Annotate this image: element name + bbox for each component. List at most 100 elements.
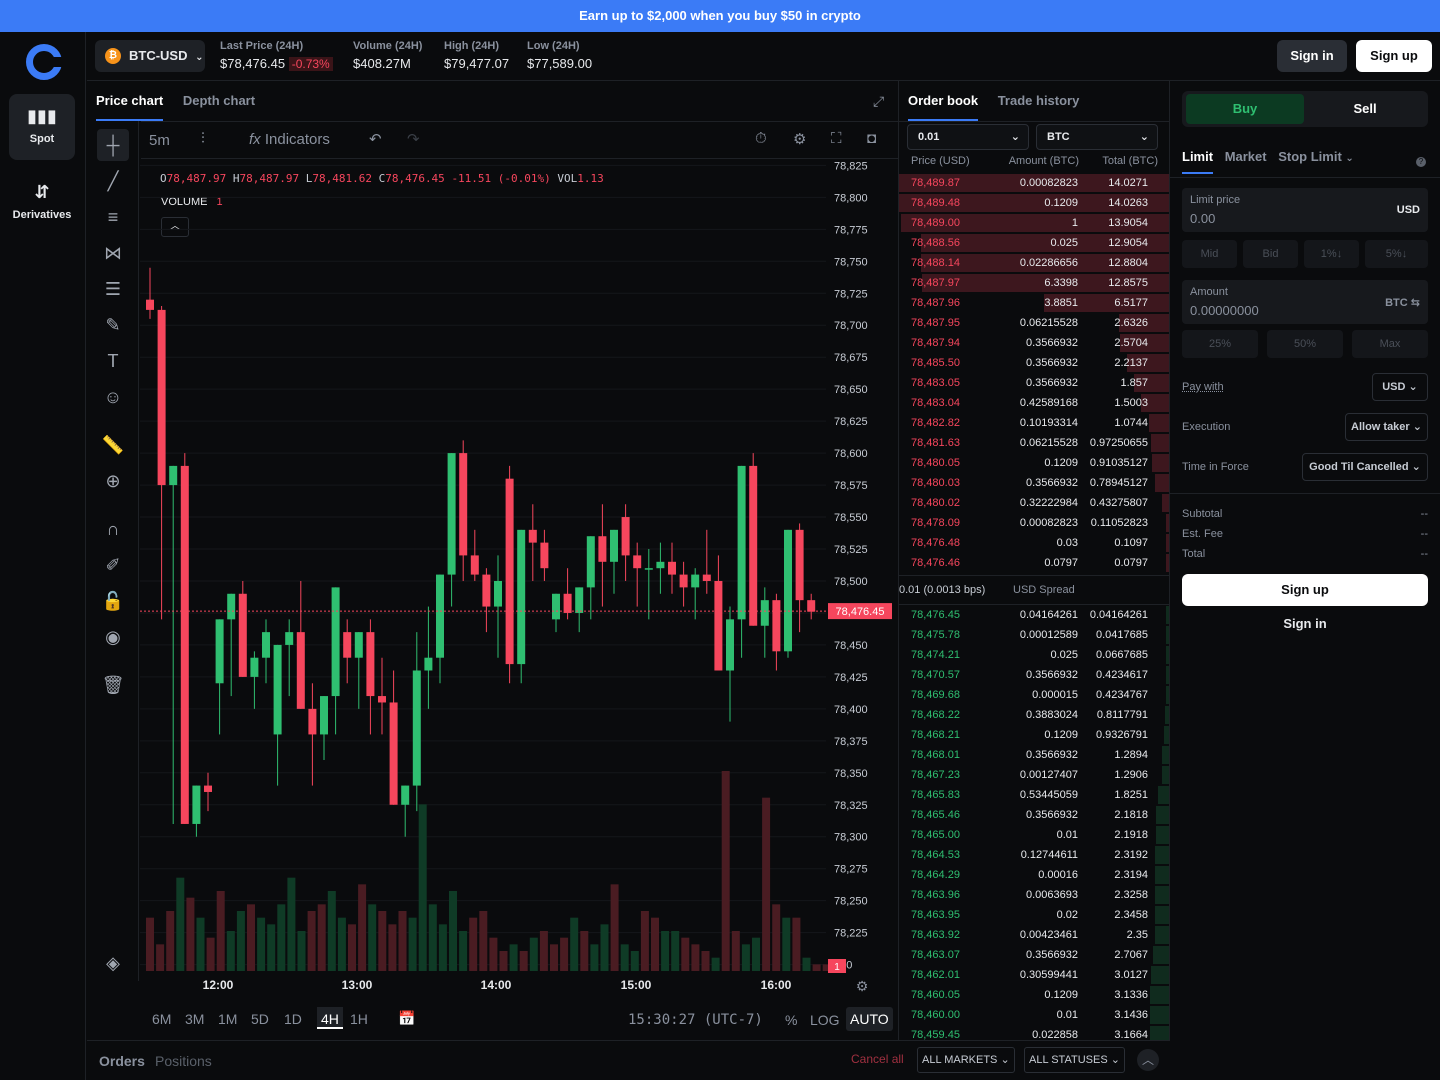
brush-icon[interactable]: ✎ <box>97 309 129 341</box>
quick-mid-button[interactable]: Mid <box>1182 240 1237 268</box>
ask-row[interactable]: 78,482.82 0.10193314 1.0744 <box>899 413 1169 433</box>
unit-select[interactable]: BTC ⌄ <box>1036 124 1158 150</box>
layers-icon[interactable]: ◈ <box>97 947 129 979</box>
ask-row[interactable]: 78,487.94 0.3566932 2.5704 <box>899 333 1169 353</box>
amount-field[interactable]: Amount 0.00000000 BTC ⇆ <box>1182 280 1428 324</box>
tab-depth-chart[interactable]: Depth chart <box>183 93 255 108</box>
magnet-icon[interactable]: ∩ <box>97 513 129 545</box>
alert-icon[interactable]: ⏱ <box>755 130 767 147</box>
limit-price-input[interactable]: 0.00 <box>1190 211 1215 226</box>
tab-price-chart[interactable]: Price chart <box>96 93 164 121</box>
trash-icon[interactable]: 🗑 <box>97 669 129 701</box>
trendline-icon[interactable]: ╱ <box>97 165 129 197</box>
text-icon[interactable]: T <box>97 345 129 377</box>
order-type-market[interactable]: Market <box>1225 149 1267 164</box>
nav-spot[interactable]: ▮▮▮ Spot <box>9 94 75 160</box>
pay-with-dropdown[interactable]: USD ⌄ <box>1372 373 1428 401</box>
bid-row[interactable]: 78,476.45 0.04164261 0.04164261 <box>899 605 1169 625</box>
info-icon[interactable]: ? <box>1416 157 1426 167</box>
ask-row[interactable]: 78,488.56 0.025 12.9054 <box>899 233 1169 253</box>
ask-row[interactable]: 78,483.04 0.42589168 1.5003 <box>899 393 1169 413</box>
range-3m[interactable]: 3M <box>185 1011 204 1027</box>
bid-row[interactable]: 78,474.21 0.025 0.0667685 <box>899 645 1169 665</box>
zoom-in-icon[interactable]: ⊕ <box>97 465 129 497</box>
header-signin-button[interactable]: Sign in <box>1277 40 1347 72</box>
ask-row[interactable]: 78,481.63 0.06215528 0.97250655 <box>899 433 1169 453</box>
all-markets-dropdown[interactable]: ALL MARKETS ⌄ <box>917 1047 1015 1073</box>
bid-row[interactable]: 78,463.95 0.02 2.3458 <box>899 905 1169 925</box>
camera-icon[interactable]: ◘ <box>867 130 876 147</box>
bid-row[interactable]: 78,469.68 0.000015 0.4234767 <box>899 685 1169 705</box>
ask-row[interactable]: 78,480.05 0.1209 0.91035127 <box>899 453 1169 473</box>
amount-50-button[interactable]: 50% <box>1267 330 1343 358</box>
bid-row[interactable]: 78,465.46 0.3566932 2.1818 <box>899 805 1169 825</box>
log-toggle[interactable]: LOG <box>810 1012 840 1028</box>
fib-icon[interactable]: ☰ <box>97 273 129 305</box>
order-type-limit[interactable]: Limit <box>1182 149 1214 174</box>
amount-currency-toggle[interactable]: BTC ⇆ <box>1385 296 1420 309</box>
tab-trade-history[interactable]: Trade history <box>998 93 1080 108</box>
buy-button[interactable]: Buy <box>1186 94 1304 124</box>
bid-row[interactable]: 78,468.01 0.3566932 1.2894 <box>899 745 1169 765</box>
bid-row[interactable]: 78,463.92 0.00423461 2.35 <box>899 925 1169 945</box>
interval-selector[interactable]: 5m <box>149 132 170 149</box>
bid-row[interactable]: 78,470.57 0.3566932 0.4234617 <box>899 665 1169 685</box>
sell-button[interactable]: Sell <box>1306 94 1424 124</box>
range-1m[interactable]: 1M <box>218 1011 237 1027</box>
settings-icon[interactable]: ⚙ <box>793 130 806 148</box>
header-signup-button[interactable]: Sign up <box>1356 40 1432 72</box>
bid-row[interactable]: 78,464.29 0.00016 2.3194 <box>899 865 1169 885</box>
ask-row[interactable]: 78,489.00 1 13.9054 <box>899 213 1169 233</box>
pattern-icon[interactable]: ⋈ <box>97 237 129 269</box>
bid-row[interactable]: 78,465.00 0.01 2.1918 <box>899 825 1169 845</box>
amount-25-button[interactable]: 25% <box>1182 330 1258 358</box>
bid-row[interactable]: 78,468.22 0.3883024 0.8117791 <box>899 705 1169 725</box>
ask-row[interactable]: 78,483.05 0.3566932 1.857 <box>899 373 1169 393</box>
tif-dropdown[interactable]: Good Til Cancelled ⌄ <box>1302 453 1428 481</box>
bid-row[interactable]: 78,468.21 0.1209 0.9326791 <box>899 725 1169 745</box>
bid-row[interactable]: 78,463.07 0.3566932 2.7067 <box>899 945 1169 965</box>
tab-order-book[interactable]: Order book <box>908 93 979 121</box>
expand-orders-icon[interactable]: ︿ <box>1137 1049 1159 1071</box>
auto-toggle[interactable]: AUTO <box>846 1007 893 1031</box>
date-range-icon[interactable]: 📅 <box>398 1010 415 1027</box>
redo-icon[interactable]: ↷ <box>407 130 420 148</box>
quick-5pct-button[interactable]: 5%↓ <box>1365 240 1428 268</box>
bid-row[interactable]: 78,460.05 0.1209 3.1336 <box>899 985 1169 1005</box>
coinbase-logo-icon[interactable] <box>26 44 63 80</box>
pair-selector[interactable]: ₿ BTC-USD ⌄ <box>95 40 205 72</box>
undo-icon[interactable]: ↶ <box>369 130 382 148</box>
unlock-icon[interactable]: 🔓 <box>97 585 129 617</box>
axis-settings-icon[interactable]: ⚙ <box>856 978 869 994</box>
execution-dropdown[interactable]: Allow taker ⌄ <box>1345 413 1428 441</box>
range-5d[interactable]: 5D <box>251 1011 269 1027</box>
amount-input[interactable]: 0.00000000 <box>1190 303 1259 318</box>
ask-row[interactable]: 78,478.09 0.00082823 0.11052823 <box>899 513 1169 533</box>
aggregation-select[interactable]: 0.01 ⌄ <box>907 124 1029 150</box>
ask-row[interactable]: 78,488.14 0.02286656 12.8804 <box>899 253 1169 273</box>
candle-type-icon[interactable]: ⫶ <box>201 130 205 147</box>
tab-orders[interactable]: Orders <box>99 1053 145 1069</box>
ask-row[interactable]: 78,480.02 0.32222984 0.43275807 <box>899 493 1169 513</box>
bid-row[interactable]: 78,460.00 0.01 3.1436 <box>899 1005 1169 1025</box>
quick-1pct-button[interactable]: 1%↓ <box>1304 240 1359 268</box>
ask-row[interactable]: 78,487.96 3.8851 6.5177 <box>899 293 1169 313</box>
bid-row[interactable]: 78,475.78 0.00012589 0.0417685 <box>899 625 1169 645</box>
nav-derivatives[interactable]: ⇵ Derivatives <box>9 170 75 236</box>
ask-row[interactable]: 78,487.97 6.3398 12.8575 <box>899 273 1169 293</box>
bid-row[interactable]: 78,465.83 0.53445059 1.8251 <box>899 785 1169 805</box>
percent-toggle[interactable]: % <box>785 1012 797 1028</box>
trade-signin-link[interactable]: Sign in <box>1182 616 1428 631</box>
range-4h[interactable]: 4H <box>317 1007 343 1029</box>
order-type-stop-limit[interactable]: Stop Limit <box>1278 149 1342 164</box>
emoji-icon[interactable]: ☺ <box>97 381 129 413</box>
bid-row[interactable]: 78,459.45 0.022858 3.1664 <box>899 1025 1169 1040</box>
range-6m[interactable]: 6M <box>152 1011 171 1027</box>
crosshair-icon[interactable]: ┼ <box>97 129 129 161</box>
indicators-button[interactable]: fx Indicators <box>249 131 330 148</box>
ask-row[interactable]: 78,476.48 0.03 0.1097 <box>899 533 1169 553</box>
bid-row[interactable]: 78,462.01 0.30599441 3.0127 <box>899 965 1169 985</box>
ask-row[interactable]: 78,487.95 0.06215528 2.6326 <box>899 313 1169 333</box>
price-chart[interactable]: 78,825 78,800 78,775 78,750 78,725 78,700 78,6… <box>140 159 899 1001</box>
ask-row[interactable]: 78,489.48 0.1209 14.0263 <box>899 193 1169 213</box>
